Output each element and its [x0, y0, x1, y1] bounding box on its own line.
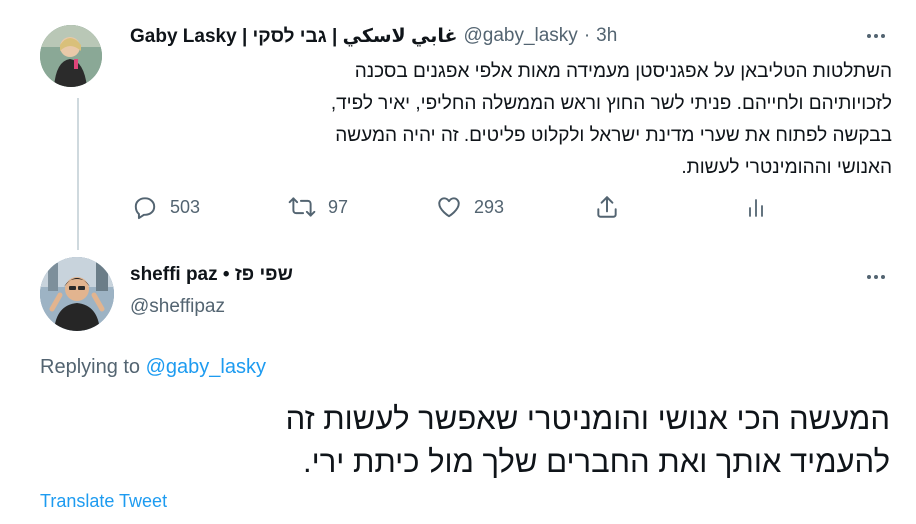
like-count: 293	[474, 196, 505, 217]
reply-count: 503	[170, 196, 201, 217]
thread-connector-line	[77, 98, 79, 250]
reply-icon	[134, 197, 156, 220]
timestamp[interactable]: 3h	[596, 25, 617, 47]
avatar[interactable]	[40, 257, 114, 331]
heart-icon	[438, 197, 460, 218]
share-icon	[597, 196, 617, 218]
replying-to-label: Replying to	[40, 356, 141, 378]
tweet-text-line: המעשה הכי אנושי והומניטרי שאפשר לעשות זה	[285, 401, 890, 436]
replying-to-handle-link[interactable]: @gaby_lasky	[146, 356, 266, 378]
tweet-text-line: לזכויותיהם ולחייהם. פניתי לשר החוץ וראש …	[330, 93, 892, 114]
like-button[interactable]: 293	[436, 190, 504, 224]
author-handle[interactable]: @gaby_lasky	[463, 25, 577, 47]
tweet-text-line: האנושי וההומינטרי לעשות.	[681, 157, 892, 178]
tweet-text: המעשה הכי אנושי והומניטרי שאפשר לעשות זה…	[40, 397, 890, 483]
author-handle[interactable]: @sheffipaz	[130, 296, 225, 318]
tweet-text-line: השתלטות הטליבאן על אפגניסטן מעמידה מאות …	[354, 61, 892, 82]
retweet-button[interactable]: 97	[288, 190, 348, 224]
share-button[interactable]	[594, 190, 620, 224]
tweet-sheffi-paz[interactable]: sheffi paz • שפי פז @sheffipaz Replying …	[0, 245, 916, 524]
tweet-gaby-lasky[interactable]: Gaby Lasky | غابي لاسكي | גבי לסקי @gaby…	[0, 0, 916, 250]
avatar[interactable]	[40, 25, 102, 87]
author-name[interactable]: Gaby Lasky | غابي لاسكي | גבי לסקי	[130, 25, 457, 48]
reply-button[interactable]: 503	[132, 190, 200, 224]
analytics-button[interactable]	[744, 190, 768, 224]
action-bar: 503 97 293	[128, 190, 768, 224]
retweet-count: 97	[328, 196, 349, 217]
more-icon[interactable]	[858, 24, 894, 48]
separator-dot: ·	[583, 25, 591, 46]
more-icon[interactable]	[858, 265, 894, 289]
replying-to: Replying to @gaby_lasky	[40, 356, 266, 379]
tweet-header: Gaby Lasky | غابي لاسكي | גבי לסקי @gaby…	[130, 24, 617, 48]
author-name[interactable]: sheffi paz • שפי פז	[130, 264, 293, 286]
retweet-icon	[288, 197, 316, 217]
tweet-text: השתלטות הטליבאן על אפגניסטן מעמידה מאות …	[130, 56, 892, 184]
analytics-icon	[749, 199, 763, 217]
translate-tweet-link[interactable]: Translate Tweet	[40, 491, 167, 512]
tweet-text-line: להעמיד אותך ואת החברים שלך מול כיתת ירי.	[303, 444, 890, 479]
tweet-text-line: בבקשה לפתוח את שערי מדינת ישראל ולקלוט פ…	[335, 125, 892, 146]
